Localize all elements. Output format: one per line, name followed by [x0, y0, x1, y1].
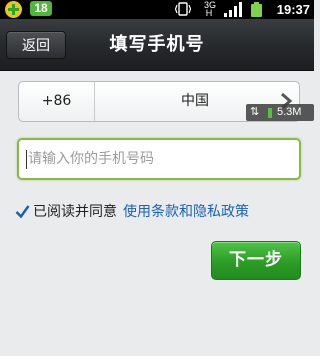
network-type-icon: 3G H [204, 0, 217, 18]
agreement-text: 已阅读并同意 [33, 204, 117, 220]
notification-badge: 18 [30, 1, 52, 16]
next-step-button[interactable]: 下一步 [211, 241, 301, 280]
terms-privacy-link[interactable]: 使用条款和隐私政策 [123, 202, 249, 222]
country-code[interactable]: +86 [19, 82, 94, 121]
signal-icon [224, 2, 242, 17]
checkbox-checked-icon[interactable] [15, 204, 30, 219]
phone-input-placeholder: 请输入你的手机号码 [28, 151, 154, 167]
title-bar: 填写手机号 返回 [0, 19, 314, 71]
status-bar: 18 3G H 19:37 [0, 0, 314, 19]
clock: 19:37 [276, 2, 310, 17]
text-cursor [26, 150, 27, 169]
traffic-value: 5.3M [277, 106, 302, 118]
back-button[interactable]: 返回 [6, 31, 66, 59]
transfer-arrows-icon: ⇅ [250, 106, 260, 118]
battery-icon [251, 2, 262, 17]
traffic-monitor-overlay[interactable]: ⇅ 5.3M [246, 104, 314, 121]
security-app-icon [5, 1, 22, 18]
phone-number-input[interactable]: 请输入你的手机号码 [17, 138, 301, 180]
vibrate-icon [175, 2, 191, 16]
traffic-bar [268, 108, 272, 118]
